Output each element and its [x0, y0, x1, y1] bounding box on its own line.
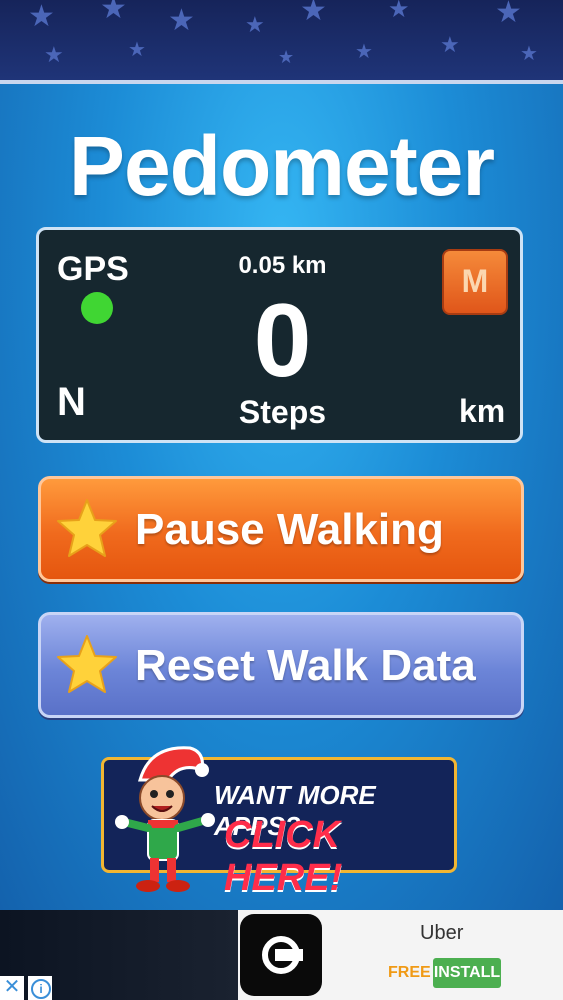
close-icon[interactable]: ✕ — [0, 976, 24, 1000]
star-icon — [57, 499, 117, 557]
unit-toggle[interactable]: km — [459, 393, 505, 430]
uber-app-icon — [240, 914, 322, 996]
star-decoration: ★ — [355, 41, 373, 63]
star-decoration: ★ — [128, 39, 146, 61]
star-decoration: ★ — [440, 32, 460, 57]
star-decoration: ★ — [388, 0, 410, 23]
info-icon[interactable]: i — [28, 976, 52, 1000]
pause-walking-label: Pause Walking — [135, 505, 444, 554]
star-decoration: ★ — [100, 0, 127, 25]
star-decoration: ★ — [245, 12, 265, 37]
step-count: 0 — [253, 283, 312, 399]
star-icon — [57, 635, 117, 693]
star-decoration: ★ — [300, 0, 327, 27]
ad-install-button[interactable]: INSTALL — [433, 958, 501, 988]
promo-cta: CLICK HERE! — [224, 814, 343, 899]
pause-walking-button[interactable]: Pause Walking — [38, 476, 524, 582]
star-decoration: ★ — [168, 4, 195, 37]
star-decoration: ★ — [520, 43, 538, 65]
reset-walk-data-label: Reset Walk Data — [135, 641, 476, 690]
star-decoration: ★ — [278, 47, 295, 67]
star-decoration: ★ — [28, 0, 55, 33]
starry-header-band: ★ ★ ★ ★ ★ ★ ★ ★ ★ ★ ★ ★ ★ — [0, 0, 563, 80]
ad-price-label: FREE — [388, 964, 431, 981]
reset-walk-data-button[interactable]: Reset Walk Data — [38, 612, 524, 718]
star-decoration: ★ — [44, 42, 64, 67]
page-title: Pedometer — [68, 119, 495, 213]
star-decoration: ★ — [495, 0, 522, 29]
steps-label: Steps — [238, 394, 327, 430]
ad-app-name: Uber — [420, 922, 464, 944]
elf-mascot-icon — [115, 746, 215, 892]
ad-banner[interactable]: Uber FREE INSTALL ✕ i — [0, 910, 563, 1000]
stats-panel: GPS 0.05 km M 0 N Steps km — [36, 227, 523, 443]
